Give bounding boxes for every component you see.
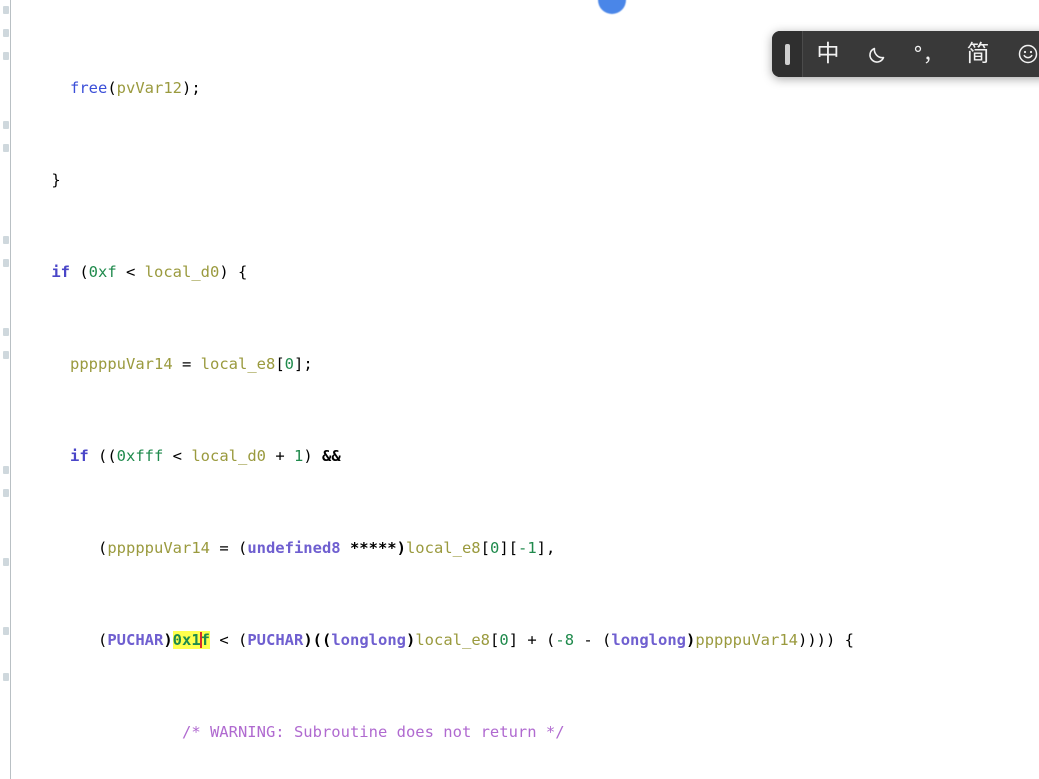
ime-punctuation-mode-button[interactable]: °， xyxy=(903,31,953,77)
ime-simplified-mode-button[interactable]: 简 xyxy=(953,31,1003,77)
moon-icon[interactable] xyxy=(853,31,903,77)
code-line[interactable]: free(pvVar12); xyxy=(0,77,1039,100)
code-line[interactable]: if (0xf < local_d0) { xyxy=(0,261,1039,284)
emoji-icon[interactable] xyxy=(1003,31,1039,77)
code-text-area[interactable]: free(pvVar12); } if (0xf < local_d0) { p… xyxy=(0,0,1039,779)
code-line-highlighted[interactable]: (PUCHAR)0x1f < (PUCHAR)((longlong)local_… xyxy=(0,629,1039,652)
drag-handle-icon xyxy=(784,43,790,65)
code-line[interactable]: } xyxy=(0,169,1039,192)
chinese-ime-toolbar[interactable]: 中 °， 简 xyxy=(772,31,1039,77)
code-line[interactable]: (pppppuVar14 = (undefined8 *****)local_e… xyxy=(0,537,1039,560)
code-line[interactable]: pppppuVar14 = local_e8[0]; xyxy=(0,353,1039,376)
code-line-comment[interactable]: /* WARNING: Subroutine does not return *… xyxy=(0,721,1039,744)
code-line[interactable]: if ((0xfff < local_d0 + 1) && xyxy=(0,445,1039,468)
highlighted-constant[interactable]: 0x1f xyxy=(172,631,211,649)
ime-language-mode-button[interactable]: 中 xyxy=(803,31,853,77)
decompiler-code-panel[interactable]: free(pvVar12); } if (0xf < local_d0) { p… xyxy=(0,0,1039,779)
ime-drag-handle[interactable] xyxy=(772,31,802,77)
